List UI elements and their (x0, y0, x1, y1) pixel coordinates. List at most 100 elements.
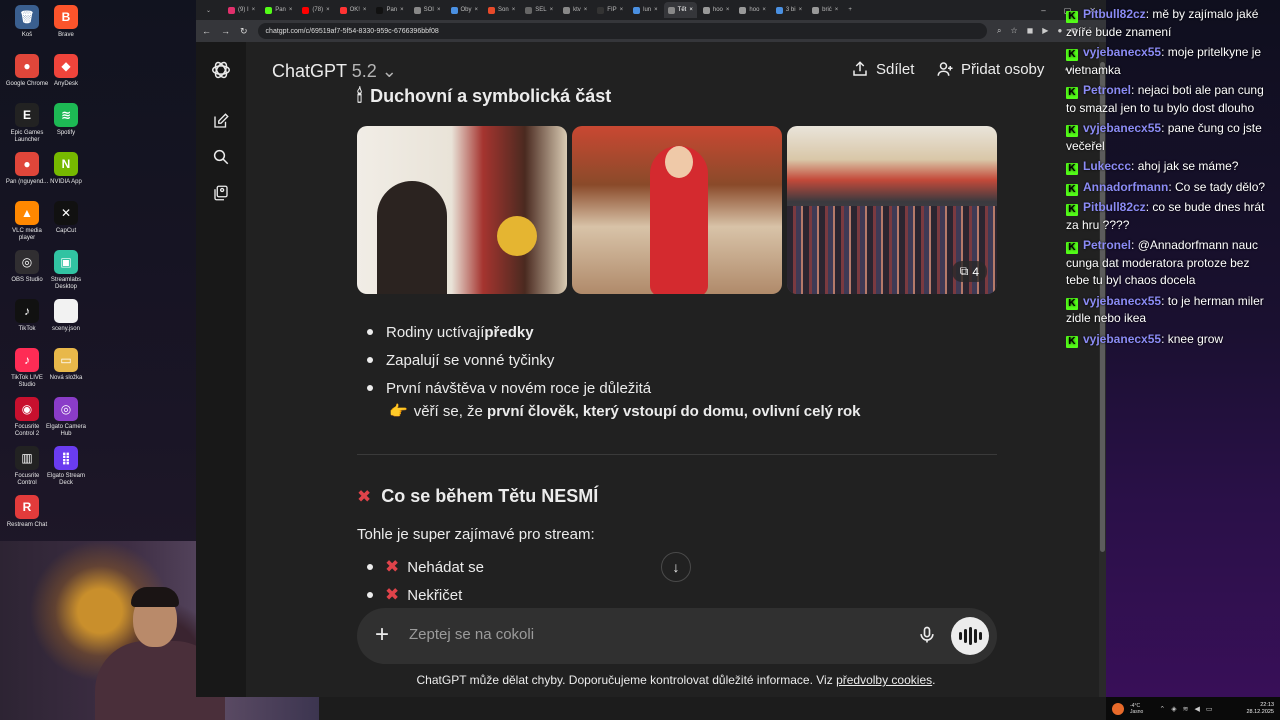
microphone-icon[interactable] (917, 625, 937, 650)
tray-chevron-icon[interactable]: ⌃ (1159, 705, 1165, 713)
image-count-badge[interactable]: ⧉ 4 (951, 261, 987, 282)
desktop-icon[interactable]: ◎ OBS Studio (5, 250, 49, 284)
close-tab-icon[interactable]: × (437, 7, 441, 13)
desktop-icon[interactable]: ♪ TikTok (5, 299, 49, 333)
close-tab-icon[interactable]: × (584, 7, 588, 13)
weather-icon[interactable] (1112, 702, 1124, 715)
desktop-icon[interactable]: ✕ CapCut (44, 201, 88, 235)
tray-app-icon[interactable]: ◈ (1171, 705, 1176, 713)
close-tab-icon[interactable]: × (400, 7, 404, 13)
search-icon[interactable] (209, 145, 233, 169)
browser-tab[interactable]: lun × (629, 2, 662, 18)
desktop-icon[interactable]: ▲ VLC media player (5, 201, 49, 242)
close-tab-icon[interactable]: × (620, 7, 624, 13)
desktop-icon[interactable]: B Brave (44, 5, 88, 39)
library-icon[interactable] (209, 181, 233, 205)
close-tab-icon[interactable]: × (289, 7, 293, 13)
prompt-input[interactable]: Zeptej se na cokoli (409, 626, 534, 643)
browser-tab[interactable]: brić × (808, 2, 842, 18)
desktop-icon[interactable]: ◎ Elgato Camera Hub (44, 397, 88, 438)
extension-icon[interactable]: ● (1057, 26, 1062, 36)
chat-username: vyjebanecx55 (1083, 45, 1162, 59)
battery-icon[interactable]: ▭ (1206, 705, 1213, 713)
gallery-image-ancestor-altar[interactable] (357, 126, 567, 294)
close-tab-icon[interactable]: × (326, 7, 330, 13)
scroll-to-bottom-button[interactable]: ↓ (661, 552, 691, 582)
close-tab-icon[interactable]: × (762, 7, 766, 13)
browser-tab[interactable]: Pan × (372, 2, 407, 18)
extension-icon[interactable]: ◼ (1027, 26, 1034, 36)
desktop-icon-label: Google Chrome (5, 81, 49, 87)
browser-tab[interactable]: (78) × (298, 2, 333, 18)
browser-tab[interactable]: Pan × (261, 2, 296, 18)
wifi-icon[interactable]: ≋ (1183, 705, 1189, 713)
desktop-icon[interactable]: 🗑 Koš (5, 5, 49, 39)
desktop-icon[interactable]: E Epic Games Launcher (5, 103, 49, 144)
volume-icon[interactable]: ◀ (1194, 705, 1199, 713)
weather-info[interactable]: -4°C Jasno (1130, 703, 1143, 715)
browser-tab[interactable]: FIP × (593, 2, 627, 18)
desktop-icon[interactable]: ♪ TikTok LIVE Studio (5, 348, 49, 389)
desktop-icon[interactable]: ▣ Streamlabs Desktop (44, 250, 88, 291)
share-button[interactable]: Sdílet (851, 60, 914, 78)
desktop-icon[interactable]: ● Google Chrome (5, 54, 49, 88)
plus-icon[interactable]: + (375, 621, 389, 649)
clock[interactable]: 22:13 28.12.2025 (1246, 702, 1280, 716)
close-tab-icon[interactable]: × (475, 7, 479, 13)
reload-icon[interactable]: ↻ (240, 26, 248, 37)
back-icon[interactable]: ← (202, 26, 211, 36)
close-tab-icon[interactable]: × (835, 7, 839, 13)
bookmark-star-icon[interactable]: ☆ (1010, 26, 1017, 36)
desktop-icon[interactable]: ≋ Spotify (44, 103, 88, 137)
desktop-icon[interactable]: ● Pan (nguyend... (5, 152, 49, 186)
gallery-image-incense-prayer[interactable] (572, 126, 782, 294)
close-tab-icon[interactable]: × (252, 7, 256, 13)
desktop-icon[interactable]: N NVIDIA App (44, 152, 88, 186)
desktop-icon[interactable]: ⣿ Elgato Stream Deck (44, 446, 88, 487)
close-tab-icon[interactable]: × (550, 7, 554, 13)
openai-logo-icon[interactable] (209, 58, 233, 82)
cookie-preferences-link[interactable]: předvolby cookies (836, 673, 932, 687)
desktop-icon[interactable]: ◆ AnyDesk (44, 54, 88, 88)
close-tab-icon[interactable]: × (654, 7, 658, 13)
close-tab-icon[interactable]: × (363, 7, 367, 13)
add-people-button[interactable]: Přidat osoby (936, 60, 1044, 78)
bullet-list: Rodiny uctívají předky Zapalují se vonné… (357, 318, 651, 402)
browser-tab[interactable]: 3 bi × (772, 2, 806, 18)
browser-tab[interactable]: hoo × (735, 2, 770, 18)
desktop-icon[interactable]: sceny.json (44, 299, 88, 333)
browser-tab[interactable]: Tết × (663, 2, 697, 18)
forward-icon[interactable]: → (221, 26, 230, 36)
tab-search-icon[interactable]: ⌄ (202, 2, 222, 18)
desktop-icon[interactable]: ▥ Focusrite Control (5, 446, 49, 487)
desktop-icon[interactable]: ▭ Nová složka (44, 348, 88, 382)
browser-tab[interactable]: SOI × (410, 2, 445, 18)
zoom-icon[interactable]: ⌕ (997, 26, 1001, 36)
desktop-icon[interactable]: ◉ Focusrite Control 2 (5, 397, 49, 438)
browser-tab[interactable]: hoo × (699, 2, 734, 18)
browser-tab[interactable]: SEL × (521, 2, 557, 18)
browser-tab[interactable]: ktv × (559, 2, 591, 18)
desktop-icon-label: Nová složka (49, 375, 83, 381)
browser-tab[interactable]: Son × (484, 2, 519, 18)
close-tab-icon[interactable]: × (726, 7, 730, 13)
close-tab-icon[interactable]: × (689, 7, 693, 13)
browser-window: ⌄ (9) I × Pan × (78) × OK! × Pan × SOI × Oby × Son × SEL… (196, 0, 1106, 697)
browser-tab[interactable]: OK! × (336, 2, 371, 18)
url-field[interactable]: chatgpt.com/c/69519af7-5f54-8330-959c-67… (257, 23, 987, 39)
minimize-icon[interactable]: – (1041, 6, 1045, 15)
close-tab-icon[interactable]: × (799, 7, 803, 13)
new-chat-icon[interactable] (209, 109, 233, 133)
close-tab-icon[interactable]: × (512, 7, 516, 13)
new-tab-icon[interactable]: + (844, 2, 864, 18)
gallery-image-temple-crowd[interactable]: ⧉ 4 (787, 126, 997, 294)
browser-tab[interactable]: Oby × (447, 2, 483, 18)
extension-icon[interactable]: ▶ (1042, 26, 1048, 36)
tab-label: SOI (423, 7, 434, 13)
voice-mode-button[interactable] (951, 617, 989, 655)
model-selector[interactable]: ChatGPT 5.2 ⌄ (272, 61, 397, 82)
desktop-icon[interactable]: R Restream Chat (5, 495, 49, 529)
model-version: 5.2 (351, 61, 377, 81)
app-icon: ◉ (15, 397, 39, 421)
browser-tab[interactable]: (9) I × (224, 2, 259, 18)
